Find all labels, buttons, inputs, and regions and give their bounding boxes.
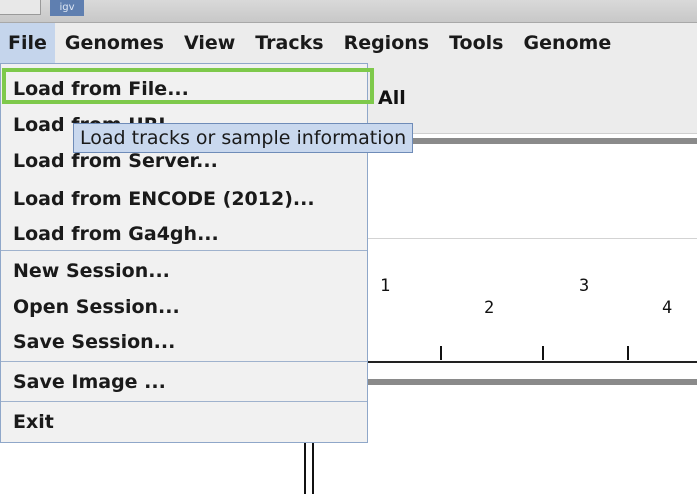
menu-genome-space[interactable]: Genome	[513, 23, 621, 63]
menu-item-label: Exit	[13, 411, 54, 433]
ruler-tick	[542, 346, 544, 360]
app-logo-icon: igv	[50, 0, 84, 16]
tooltip: Load tracks or sample information	[73, 123, 414, 153]
menu-item-save-session[interactable]: Save Session...	[1, 324, 367, 360]
menu-tools[interactable]: Tools	[439, 23, 513, 63]
menu-view[interactable]: View	[174, 23, 245, 63]
ruler-tick	[627, 346, 629, 360]
menu-regions[interactable]: Regions	[334, 23, 440, 63]
track-divider	[368, 379, 697, 385]
menu-item-label: Load from ENCODE (2012)...	[13, 188, 315, 210]
menu-item-save-image[interactable]: Save Image ...	[1, 364, 367, 400]
splitter-line[interactable]	[304, 434, 306, 494]
menu-item-open-session[interactable]: Open Session...	[1, 289, 367, 325]
menu-item-exit[interactable]: Exit	[1, 404, 367, 440]
title-bar: igv	[0, 0, 697, 23]
ruler-tick	[440, 346, 442, 360]
file-menu-dropdown: Load from File... Load from URL... Load …	[0, 63, 368, 443]
menu-bar: File Genomes View Tracks Regions Tools G…	[0, 23, 697, 64]
panel-divider	[368, 238, 697, 239]
window-menu-button[interactable]	[0, 0, 41, 15]
ruler-baseline	[368, 361, 697, 363]
menu-item-label: Load from Ga4gh...	[13, 223, 219, 245]
ruler-label-1: 1	[380, 276, 391, 296]
menu-separator	[1, 361, 367, 362]
menu-item-label: New Session...	[13, 260, 170, 282]
menu-file[interactable]: File	[0, 23, 55, 63]
menu-item-label: Open Session...	[13, 296, 180, 318]
menu-item-label: Save Session...	[13, 331, 176, 353]
menu-separator	[1, 250, 367, 251]
menu-item-load-from-encode[interactable]: Load from ENCODE (2012)...	[1, 181, 367, 217]
highlight-box	[2, 68, 374, 104]
menu-item-new-session[interactable]: New Session...	[1, 253, 367, 289]
splitter-line[interactable]	[312, 434, 314, 494]
locus-panel	[368, 63, 697, 134]
menu-tracks[interactable]: Tracks	[245, 23, 333, 63]
menu-item-label: Load from Server...	[13, 150, 218, 172]
menu-separator	[1, 401, 367, 402]
ruler-label-3: 3	[579, 276, 590, 296]
ruler-label-2: 2	[484, 298, 495, 318]
locus-label: All	[378, 87, 406, 109]
track-divider	[368, 138, 697, 144]
menu-genomes[interactable]: Genomes	[55, 23, 174, 63]
menu-item-label: Save Image ...	[13, 371, 166, 393]
ruler-label-4: 4	[662, 298, 673, 318]
menu-item-load-from-ga4gh[interactable]: Load from Ga4gh...	[1, 216, 367, 252]
